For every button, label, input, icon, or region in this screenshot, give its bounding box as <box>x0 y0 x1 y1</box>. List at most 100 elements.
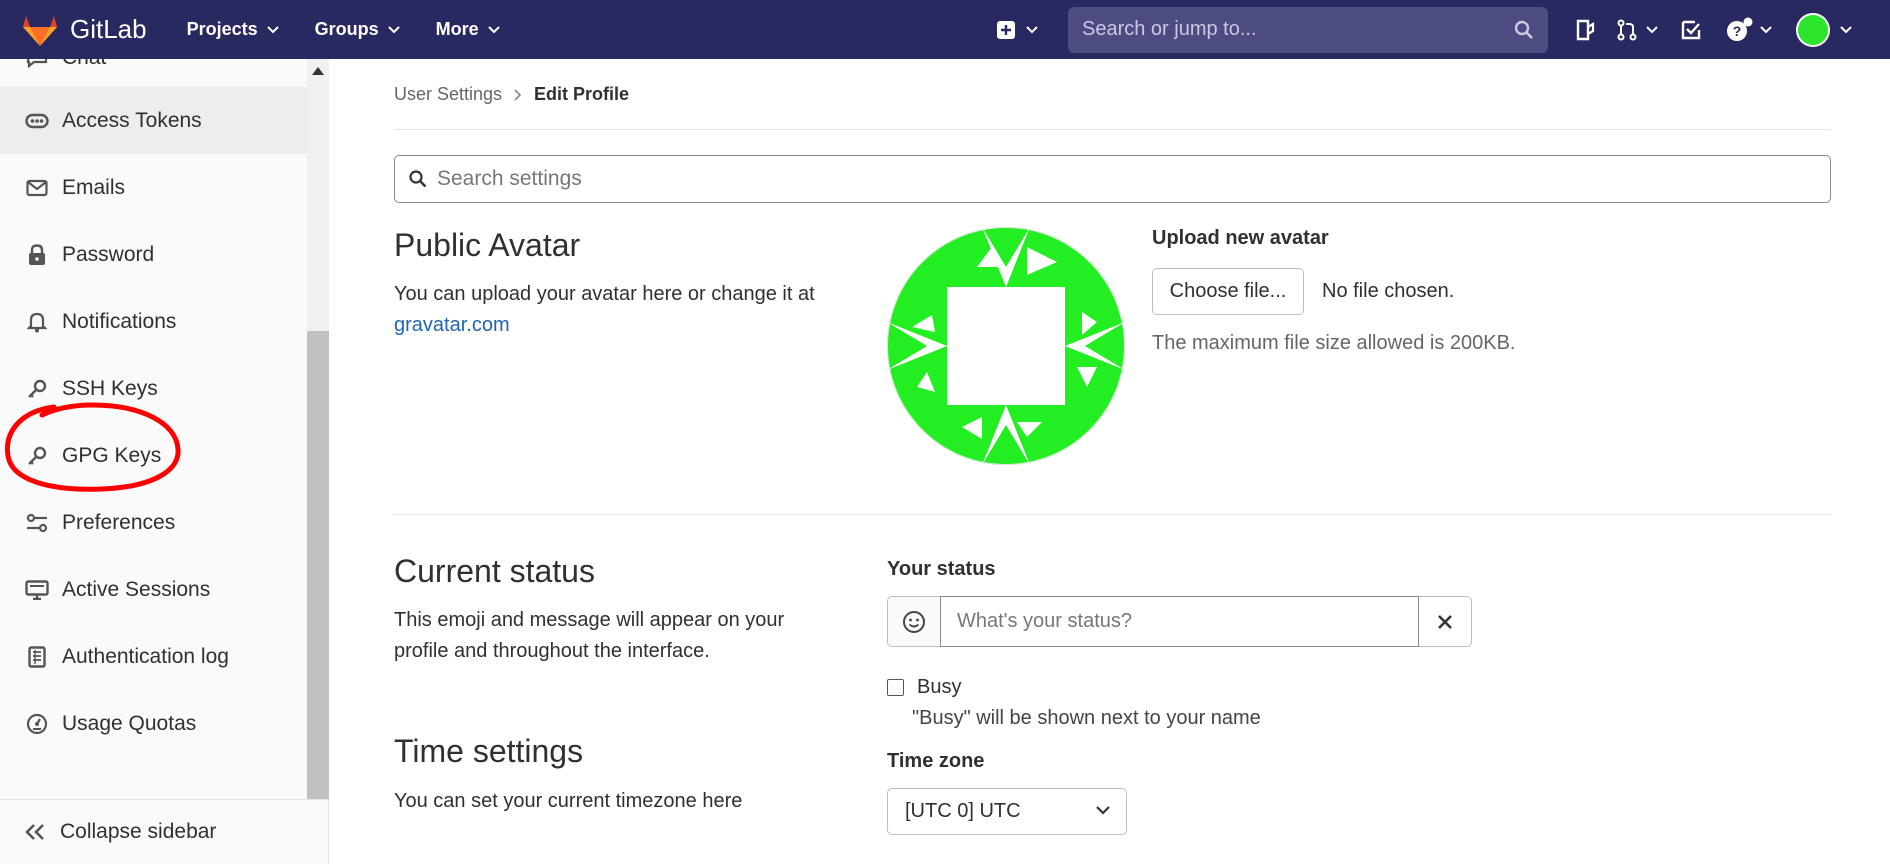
sidebar-item-gpg-keys[interactable]: GPG Keys <box>0 422 307 489</box>
sidebar-item-password[interactable]: Password <box>0 221 307 288</box>
more-menu[interactable]: More <box>436 19 500 40</box>
chevron-right-icon <box>514 88 522 101</box>
user-avatar <box>1796 12 1830 47</box>
sidebar-item-label: Notifications <box>62 309 177 333</box>
chevron-down-icon <box>1840 25 1852 34</box>
sidebar-scrollbar[interactable] <box>307 59 329 799</box>
smiley-icon <box>903 610 925 633</box>
monitor-icon <box>24 577 50 603</box>
avatar-description-text: You can upload your avatar here or chang… <box>394 283 815 305</box>
upload-avatar-label: Upload new avatar <box>1152 227 1329 249</box>
chevron-down-icon <box>387 25 400 34</box>
chevron-down-icon <box>1026 25 1038 34</box>
sidebar-item-label: Active Sessions <box>62 577 211 601</box>
help-icon: ? <box>1727 17 1753 41</box>
scrollbar-thumb[interactable] <box>307 331 329 799</box>
chevron-down-icon <box>1096 806 1110 815</box>
sidebar-item-label: Access Tokens <box>62 108 202 132</box>
your-status-label: Your status <box>887 558 996 580</box>
more-menu-label: More <box>435 19 479 39</box>
top-navbar: GitLab Projects Groups More Search or ju… <box>0 0 1890 59</box>
sidebar-item-emails[interactable]: Emails <box>0 154 307 221</box>
sidebar-nav: Chat Access Tokens Emails Password Notif… <box>0 59 307 799</box>
close-icon <box>1438 614 1452 629</box>
current-status-description: This emoji and message will appear on yo… <box>394 609 785 662</box>
sidebar-item-access-tokens[interactable]: Access Tokens <box>0 87 307 154</box>
breadcrumb-user-settings[interactable]: User Settings <box>394 84 502 105</box>
chevron-down-icon <box>266 25 279 34</box>
todos-button[interactable] <box>1680 19 1702 41</box>
chat-icon <box>24 59 50 71</box>
global-search-input[interactable] <box>1082 18 1514 41</box>
search-icon <box>409 170 427 188</box>
time-settings-description: You can set your current timezone here <box>394 790 743 812</box>
sidebar-item-label: GPG Keys <box>62 443 162 467</box>
sidebar-item-label: Preferences <box>62 510 176 534</box>
settings-search-input[interactable] <box>437 167 1830 191</box>
projects-menu[interactable]: Projects <box>187 19 279 40</box>
gravatar-link[interactable]: gravatar.com <box>394 314 510 336</box>
merge-requests-dropdown[interactable] <box>1616 19 1658 41</box>
public-avatar-heading: Public Avatar <box>394 227 581 263</box>
time-zone-select[interactable]: [UTC 0] UTC <box>887 788 1127 835</box>
sidebar-item-notifications[interactable]: Notifications <box>0 288 307 355</box>
issues-button[interactable] <box>1574 19 1596 41</box>
bell-icon <box>24 309 50 335</box>
issues-icon <box>1576 19 1595 40</box>
settings-search[interactable] <box>394 155 1831 203</box>
gitlab-logo-icon <box>23 15 57 46</box>
sidebar-item-label: Emails <box>62 175 126 199</box>
collapse-sidebar-label: Collapse sidebar <box>60 820 217 843</box>
sidebar-item-authentication-log[interactable]: Authentication log <box>0 623 307 690</box>
sidebar-item-label: Password <box>62 242 155 266</box>
sidebar-item-preferences[interactable]: Preferences <box>0 489 307 556</box>
groups-menu-label: Groups <box>314 19 379 39</box>
time-zone-value: [UTC 0] UTC <box>905 800 1021 822</box>
status-input-group <box>887 596 1472 647</box>
token-icon <box>24 108 50 134</box>
sidebar-item-label: Authentication log <box>62 644 229 668</box>
todo-check-icon <box>1681 20 1701 39</box>
key-icon <box>24 443 50 469</box>
user-avatar-large <box>887 227 1125 465</box>
sidebar-item-usage-quotas[interactable]: Usage Quotas <box>0 690 307 757</box>
navbar-right: ? <box>996 0 1890 59</box>
brand-name: GitLab <box>70 14 147 44</box>
sidebar-item-ssh-keys[interactable]: SSH Keys <box>0 355 307 422</box>
status-message-input[interactable] <box>940 596 1419 647</box>
busy-checkbox[interactable] <box>887 679 904 696</box>
main-menu: Projects Groups More <box>187 19 536 40</box>
current-status-heading: Current status <box>394 553 595 589</box>
busy-label: Busy <box>917 676 962 698</box>
user-menu-dropdown[interactable] <box>1796 12 1852 47</box>
global-search[interactable] <box>1068 6 1548 53</box>
new-item-dropdown[interactable] <box>996 20 1038 40</box>
emoji-picker-button[interactable] <box>887 596 940 647</box>
time-settings-heading: Time settings <box>394 733 584 769</box>
gitlab-home-link[interactable]: GitLab <box>22 13 147 47</box>
help-dropdown[interactable]: ? <box>1726 17 1772 43</box>
sidebar-item-active-sessions[interactable]: Active Sessions <box>0 556 307 623</box>
collapse-sidebar-button[interactable]: Collapse sidebar <box>0 799 329 864</box>
search-icon <box>1514 20 1533 39</box>
divider <box>394 129 1831 130</box>
groups-menu[interactable]: Groups <box>315 19 400 40</box>
quota-icon <box>24 711 50 737</box>
double-chevron-left-icon <box>24 823 46 841</box>
time-zone-label: Time zone <box>887 750 985 772</box>
choose-file-button[interactable]: Choose file... <box>1152 268 1304 315</box>
mail-icon <box>24 175 50 201</box>
busy-help-text: "Busy" will be shown next to your name <box>912 707 1261 729</box>
clear-status-button[interactable] <box>1419 596 1472 647</box>
scroll-up-arrow-icon[interactable] <box>312 67 324 75</box>
lock-icon <box>24 242 50 268</box>
log-icon <box>24 644 50 670</box>
settings-sidebar: Chat Access Tokens Emails Password Notif… <box>0 59 329 864</box>
settings-sliders-icon <box>24 510 50 536</box>
plus-square-icon <box>997 20 1015 39</box>
sidebar-item-label: SSH Keys <box>62 376 158 400</box>
chevron-down-icon <box>1646 25 1658 34</box>
public-avatar-description: You can upload your avatar here or chang… <box>394 279 854 341</box>
sidebar-item-label: Chat <box>62 59 106 70</box>
sidebar-item-label: Usage Quotas <box>62 711 197 735</box>
